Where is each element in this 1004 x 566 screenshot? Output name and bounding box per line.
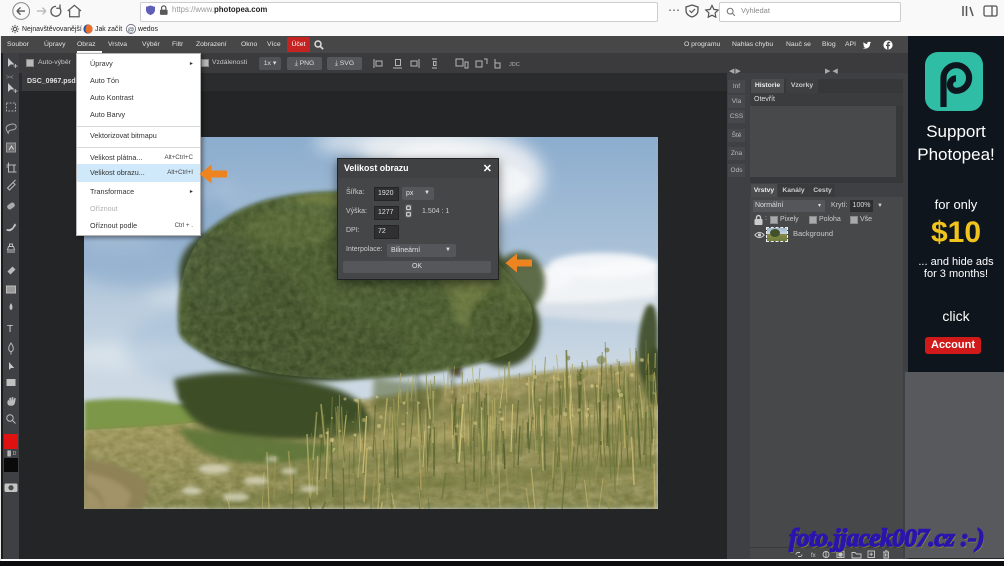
svg-text:JDC: JDC — [509, 62, 520, 68]
svg-text:@: @ — [128, 27, 135, 34]
svg-text:><: >< — [6, 74, 14, 81]
svg-text:T: T — [7, 324, 13, 335]
